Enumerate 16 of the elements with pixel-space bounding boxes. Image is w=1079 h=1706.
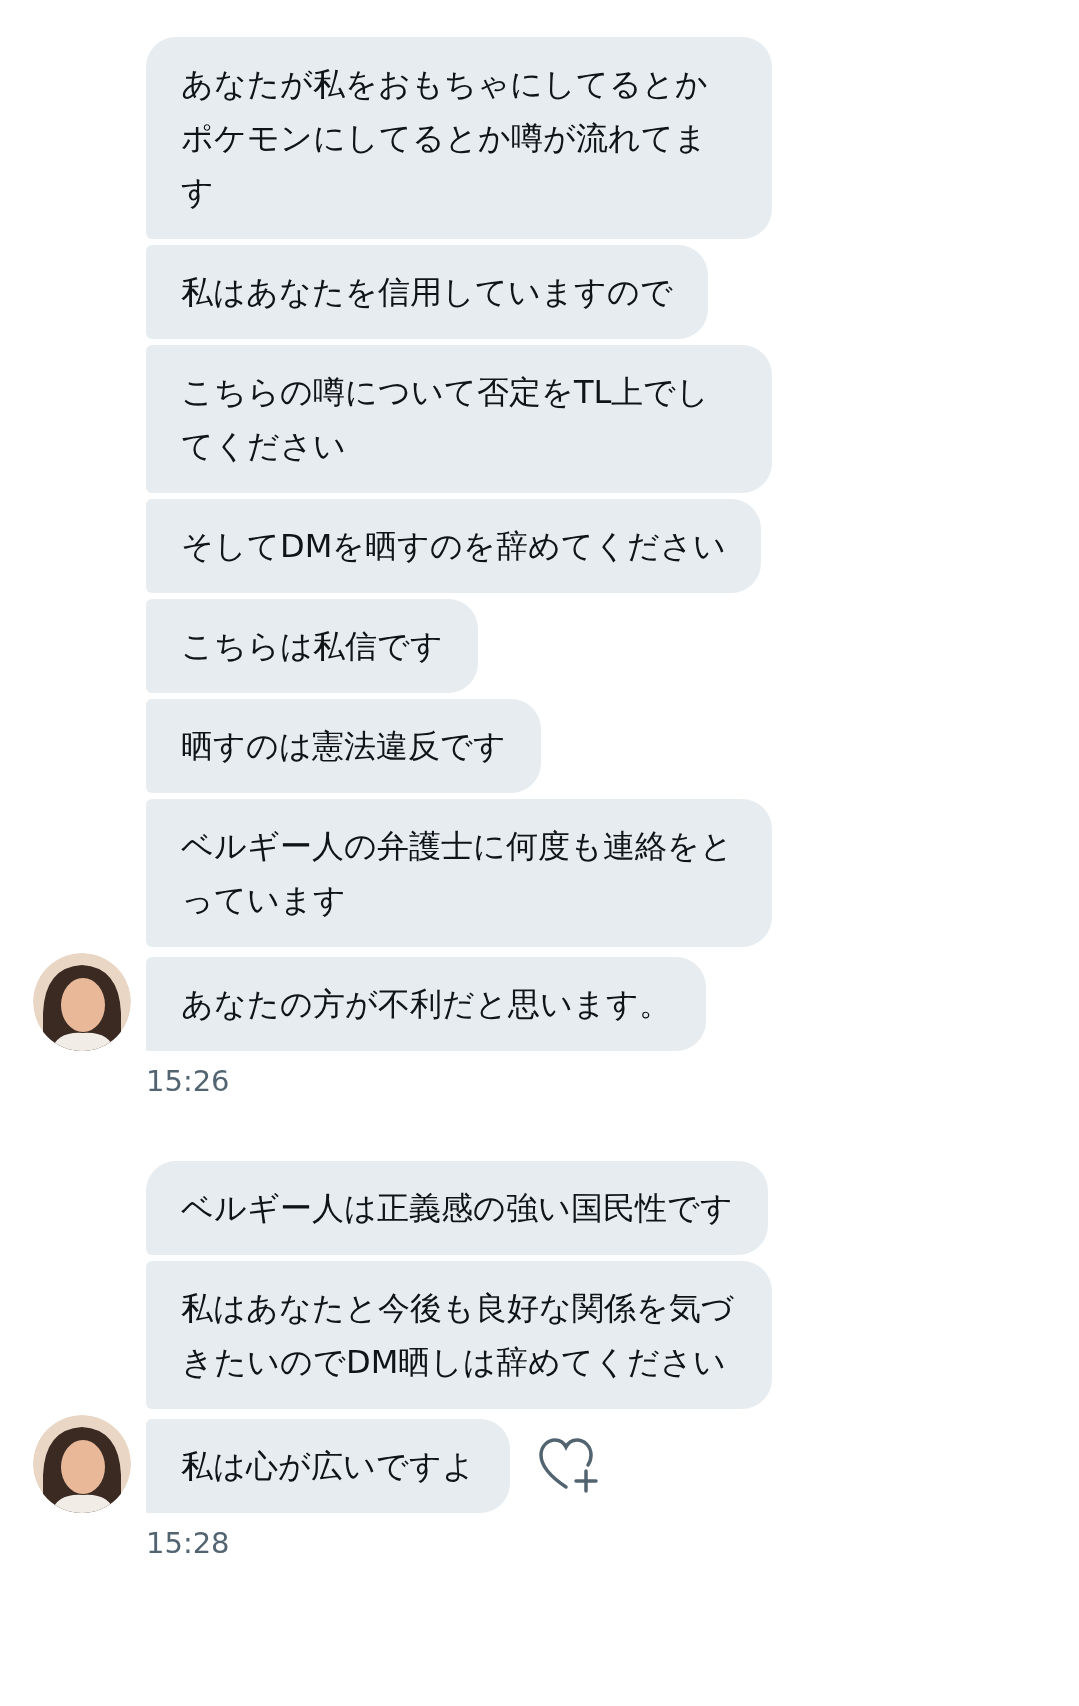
message-bubble: あなたの方が不利だと思います。 xyxy=(146,957,706,1051)
message-time: 15:26 xyxy=(146,1063,230,1100)
message-bubble: あなたが私をおもちゃにしてるとかポケモンにしてるとか噂が流れてます xyxy=(146,37,772,239)
message-time: 15:28 xyxy=(146,1525,230,1562)
message-bubble: 私はあなたを信用していますので xyxy=(146,245,708,339)
message-bubble: ベルギー人は正義感の強い国民性です xyxy=(146,1161,768,1255)
message-bubble: 晒すのは憲法違反です xyxy=(146,699,541,793)
message-bubble: 私は心が広いですよ xyxy=(146,1419,510,1513)
heart-plus-icon[interactable] xyxy=(538,1437,598,1493)
message-bubble: ベルギー人の弁護士に何度も連絡をとっています xyxy=(146,799,772,947)
avatar[interactable] xyxy=(33,1415,131,1513)
message-bubble: こちらの噂について否定をTL上でしてください xyxy=(146,345,772,493)
avatar[interactable] xyxy=(33,953,131,1051)
message-bubble: こちらは私信です xyxy=(146,599,478,693)
message-bubble: そしてDMを晒すのを辞めてください xyxy=(146,499,762,593)
message-bubble: 私はあなたと今後も良好な関係を気づきたいのでDM晒しは辞めてください xyxy=(146,1261,772,1409)
